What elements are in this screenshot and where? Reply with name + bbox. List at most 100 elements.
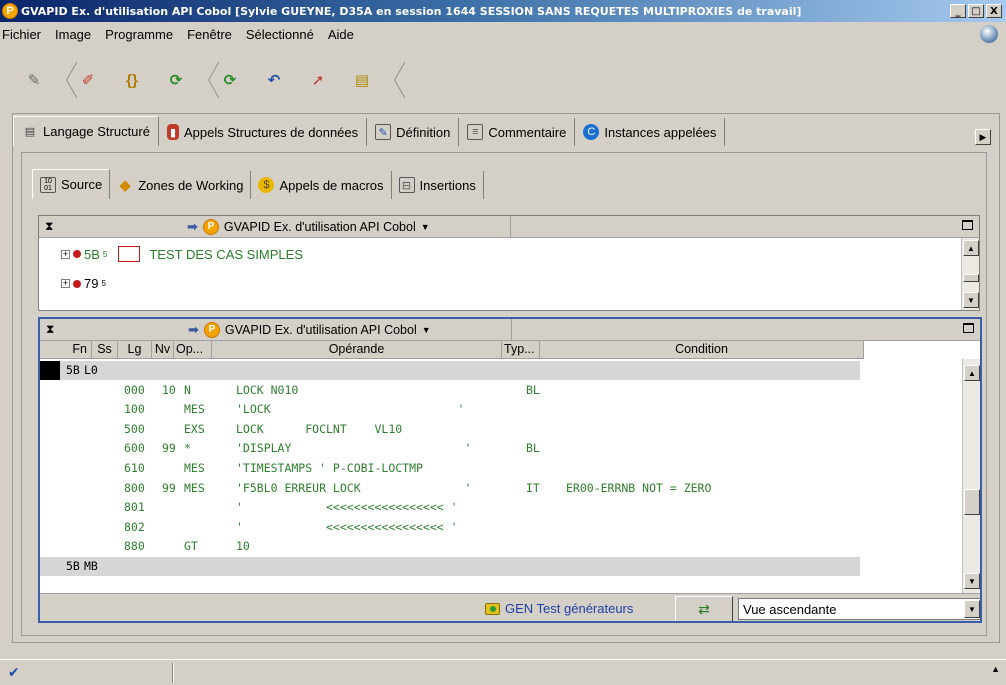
tree-row[interactable]: + 79 5 [61,276,106,291]
chevron-down-icon[interactable]: ▼ [964,600,980,618]
tab-zones-working[interactable]: ◆ Zones de Working [110,171,252,199]
cell-operand: 10 [236,539,250,554]
program-title: GVAPID Ex. d'utilisation API Cobol [224,322,417,337]
tree-viewer: ⧗ ➡ P GVAPID Ex. d'utilisation API Cobol… [38,215,980,311]
col-condition[interactable]: Condition [540,341,864,359]
refresh-icon[interactable]: ⟳ [220,70,240,90]
table-row[interactable]: 801 ' <<<<<<<<<<<<<<<<< ' [40,498,860,517]
pin-icon[interactable]: ➚ [308,70,328,90]
braces-icon[interactable]: {} [122,70,142,90]
minimize-button[interactable]: _ [950,4,966,18]
program-combo[interactable]: ➡ P GVAPID Ex. d'utilisation API Cobol ▼ [187,216,511,237]
gen-test-link[interactable]: GEN Test générateurs [485,601,633,616]
arrow-right-icon: ➡ [188,321,199,337]
tag-icon[interactable]: ✎ [24,70,44,90]
scroll-thumb[interactable] [963,274,979,282]
menu-fichier[interactable]: Fichier [0,27,48,42]
cell-op: * [184,441,191,456]
tab-instances-appelees[interactable]: C Instances appelées [575,118,726,146]
program-badge: P [203,321,220,338]
menu-bar: Fichier Image Programme Fenêtre Sélectio… [0,22,1006,46]
tab-definition[interactable]: ✎ Définition [367,118,460,146]
table-row[interactable]: 800 99 MES 'F5BL0 ERREUR LOCK ' IT ER00-ERRNB… [40,479,860,498]
menu-programme[interactable]: Programme [98,27,180,42]
document-icon[interactable]: ▤ [352,70,372,90]
view-select[interactable]: Vue ascendante ▼ [738,598,980,620]
vertical-scrollbar[interactable]: ▲ ▼ [961,238,979,310]
tree-level: 5 [101,279,106,288]
maximize-pane-icon[interactable] [962,220,973,230]
tab-appels-structures[interactable]: ▮ Appels Structures de données [158,118,368,146]
vertical-scrollbar[interactable]: ▲ ▼ [962,359,980,593]
cell-fn: 5B [66,363,80,377]
expand-icon[interactable]: + [61,249,70,259]
expand-icon[interactable]: + [61,279,70,288]
brush-icon[interactable]: ✐ [78,70,98,90]
scroll-up-button[interactable]: ▲ [964,365,980,381]
empty-box-icon [118,246,141,262]
split-icon[interactable]: ⧗ [45,219,53,234]
col-nv[interactable]: Nv [152,341,174,359]
table-row[interactable]: 5B L0 [40,361,860,380]
scroll-down-button[interactable]: ▼ [963,292,979,308]
scroll-down-button[interactable]: ▼ [964,573,980,589]
tab-label: Insertions [419,177,476,193]
col-lg[interactable]: Lg [118,341,152,359]
cell-operand: 'F5BL0 ERREUR LOCK ' [236,480,472,495]
col-fn[interactable]: Fn [40,341,92,359]
table-row[interactable]: 880 GT 10 [40,537,860,556]
table-row[interactable]: 600 99 * 'DISPLAY ' BL [40,439,860,458]
status-divider [172,663,174,683]
table-row[interactable]: 100 MES 'LOCK ' [40,400,860,419]
tab-langage-structure[interactable]: ▤ Langage Structuré [13,116,159,146]
chevron-up-icon[interactable]: ▲ [991,664,1000,674]
menu-selectionne[interactable]: Sélectionné [239,27,321,42]
table-row[interactable]: 610 MES 'TIMESTAMPS ' P-COBI-LOCTMP [40,459,860,478]
tab-scroll-right-button[interactable]: ▶ [975,129,991,145]
program-badge: P [202,218,219,235]
row-marker [40,361,60,380]
tab-insertions[interactable]: ⊟ Insertions [392,171,484,199]
cell-lg: 000 [124,382,145,397]
status-bar: ✔ ▲ [0,659,1006,685]
chevron-down-icon: ▼ [420,221,430,232]
tab-appels-macros[interactable]: $ Appels de macros [251,171,392,199]
col-operande[interactable]: Opérande [212,341,502,359]
generator-icon [485,602,500,615]
title-bar: P GVAPID Ex. d'utilisation API Cobol [Sy… [0,0,1006,22]
col-op[interactable]: Op... [174,341,212,359]
col-ss[interactable]: Ss [92,341,118,359]
cell-lg: 802 [124,519,145,534]
cell-op: MES [184,402,205,417]
cell-fn: 5B [66,559,80,573]
menu-fenetre[interactable]: Fenêtre [180,27,239,42]
bullet-icon [73,279,81,288]
split-icon[interactable]: ⧗ [46,322,54,337]
menu-image[interactable]: Image [48,27,98,42]
tab-source[interactable]: 10 01 Source [32,169,111,199]
refresh-button[interactable]: ⇄ [675,596,733,621]
refresh-icon[interactable]: ⟳ [166,70,186,90]
undo-icon[interactable]: ↶ [264,70,284,90]
menu-aide[interactable]: Aide [321,27,361,42]
tree-code: 5B [84,246,100,262]
tab-commentaire[interactable]: ≡ Commentaire [459,118,576,146]
col-typ[interactable]: Typ... [502,341,540,359]
tree-row[interactable]: + 5B 5 TEST DES CAS SIMPLES [61,246,303,262]
toolbar-separator [384,62,394,98]
diamond-icon: ◆ [119,177,131,194]
table-row[interactable]: 802 ' <<<<<<<<<<<<<<<<< ' [40,518,860,537]
maximize-button[interactable]: □ [968,4,984,18]
close-button[interactable]: X [986,4,1002,18]
scroll-up-button[interactable]: ▲ [963,240,979,256]
table-row[interactable]: 500 EXS LOCK FOCLNT VL10 [40,420,860,439]
program-combo[interactable]: ➡ P GVAPID Ex. d'utilisation API Cobol ▼ [188,319,512,340]
toolbar-separator [56,62,66,98]
toolbar-separator [198,62,208,98]
viewer-footer: GEN Test générateurs ⇄ Vue ascendante ▼ [40,593,980,621]
bullet-icon [73,250,81,258]
maximize-pane-icon[interactable] [963,323,974,333]
scroll-thumb[interactable] [964,489,980,515]
table-row[interactable]: 5B MB [40,557,860,576]
table-row[interactable]: 000 10 N LOCK N010 BL [40,381,860,400]
